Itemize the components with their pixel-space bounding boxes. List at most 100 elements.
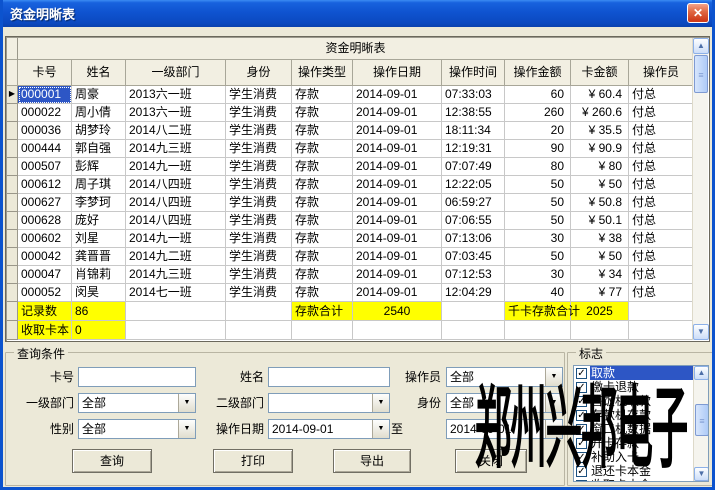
scroll-up-icon[interactable]: ▲ <box>694 366 709 380</box>
grid-cell[interactable]: 12:04:29 <box>442 284 505 302</box>
grid-cell[interactable]: 存款 <box>292 86 353 104</box>
grid-cell[interactable]: 2014-09-01 <box>353 176 442 194</box>
grid-cell[interactable]: 存款 <box>292 266 353 284</box>
card-no-input[interactable] <box>78 367 196 387</box>
chevron-down-icon[interactable]: ▼ <box>178 394 195 412</box>
grid-cell[interactable]: 付总 <box>629 194 694 212</box>
row-selector[interactable] <box>7 158 18 176</box>
grid-cell[interactable]: ¥ 60.4 <box>571 86 629 104</box>
grid-cell[interactable]: 000627 <box>18 194 72 212</box>
grid-cell[interactable]: 存款 <box>292 248 353 266</box>
grid-cell[interactable]: 存款 <box>292 104 353 122</box>
grid-cell[interactable]: ¥ 90.9 <box>571 140 629 158</box>
grid-cell[interactable]: ¥ 77 <box>571 284 629 302</box>
grid-cell[interactable]: 000052 <box>18 284 72 302</box>
grid-cell[interactable]: 存款 <box>292 284 353 302</box>
grid-cell[interactable]: 2014-09-01 <box>353 122 442 140</box>
grid-cell[interactable]: 庞好 <box>72 212 126 230</box>
grid-cell[interactable]: 2014-09-01 <box>353 284 442 302</box>
grid-cell[interactable]: 学生消费 <box>226 140 292 158</box>
column-header[interactable]: 操作时间 <box>442 60 505 86</box>
scrollbar-thumb[interactable] <box>695 404 709 436</box>
grid-cell[interactable]: 彭辉 <box>72 158 126 176</box>
grid-cell[interactable]: ¥ 50 <box>571 176 629 194</box>
grid-cell[interactable]: 2014-09-01 <box>353 248 442 266</box>
grid-cell[interactable]: 07:33:03 <box>442 86 505 104</box>
grid-cell[interactable]: 000612 <box>18 176 72 194</box>
row-selector[interactable] <box>7 122 18 140</box>
row-selector[interactable] <box>7 230 18 248</box>
grid-cell[interactable]: ¥ 34 <box>571 266 629 284</box>
grid-vertical-scrollbar[interactable]: ▲ ▼ <box>692 38 708 340</box>
column-header[interactable]: 操作金额 <box>505 60 571 86</box>
grid-cell[interactable]: 2014-09-01 <box>353 140 442 158</box>
grid-cell[interactable]: 肖锦莉 <box>72 266 126 284</box>
grid-cell[interactable]: 2014八二班 <box>126 122 226 140</box>
grid-cell[interactable]: 学生消费 <box>226 104 292 122</box>
row-selector[interactable] <box>7 140 18 158</box>
grid-cell[interactable]: 2013六一班 <box>126 104 226 122</box>
column-header[interactable]: 身份 <box>226 60 292 86</box>
grid-cell[interactable]: 07:13:06 <box>442 230 505 248</box>
column-header[interactable]: 卡号 <box>18 60 72 86</box>
grid-cell[interactable]: 学生消费 <box>226 86 292 104</box>
grid-cell[interactable]: 12:22:05 <box>442 176 505 194</box>
column-header[interactable]: 姓名 <box>72 60 126 86</box>
grid-cell[interactable]: 2014-09-01 <box>353 212 442 230</box>
grid-cell[interactable]: 胡梦玲 <box>72 122 126 140</box>
grid-cell[interactable]: 2014八四班 <box>126 194 226 212</box>
chevron-down-icon[interactable]: ▼ <box>178 420 195 438</box>
export-button[interactable]: 导出 <box>333 449 411 473</box>
grid-cell[interactable]: 学生消费 <box>226 122 292 140</box>
column-header[interactable]: 操作日期 <box>353 60 442 86</box>
grid-cell[interactable]: 存款 <box>292 140 353 158</box>
grid-cell[interactable]: 学生消费 <box>226 158 292 176</box>
grid-cell[interactable]: ¥ 80 <box>571 158 629 176</box>
chevron-down-icon[interactable]: ▼ <box>372 420 389 438</box>
dept1-combo[interactable]: 全部 ▼ <box>78 393 196 413</box>
grid-cell[interactable]: 2014八四班 <box>126 176 226 194</box>
grid-cell[interactable]: 付总 <box>629 104 694 122</box>
dept2-combo[interactable]: ▼ <box>268 393 390 413</box>
grid-cell[interactable]: 存款 <box>292 176 353 194</box>
grid-cell[interactable]: 2014八四班 <box>126 212 226 230</box>
grid-cell[interactable]: 50 <box>505 194 571 212</box>
grid-cell[interactable]: 80 <box>505 158 571 176</box>
column-header[interactable]: 操作类型 <box>292 60 353 86</box>
grid-cell[interactable]: 2014-09-01 <box>353 104 442 122</box>
checkbox-icon[interactable]: ✓ <box>576 368 587 379</box>
grid-cell[interactable]: 40 <box>505 284 571 302</box>
grid-cell[interactable]: 2014-09-01 <box>353 230 442 248</box>
grid-cell[interactable]: 存款 <box>292 212 353 230</box>
row-selector[interactable] <box>7 176 18 194</box>
grid-cell[interactable]: ¥ 35.5 <box>571 122 629 140</box>
column-header[interactable]: 卡金额 <box>571 60 629 86</box>
grid-cell[interactable]: 000036 <box>18 122 72 140</box>
grid-cell[interactable]: 2014九二班 <box>126 248 226 266</box>
grid-cell[interactable]: 学生消费 <box>226 194 292 212</box>
grid-cell[interactable]: 2014七一班 <box>126 284 226 302</box>
row-selector[interactable] <box>7 248 18 266</box>
grid-cell[interactable]: 12:38:55 <box>442 104 505 122</box>
grid-cell[interactable]: 50 <box>505 248 571 266</box>
grid-cell[interactable]: 18:11:34 <box>442 122 505 140</box>
grid-cell[interactable]: 07:12:53 <box>442 266 505 284</box>
query-button[interactable]: 查询 <box>72 449 152 473</box>
grid-cell[interactable]: 50 <box>505 176 571 194</box>
grid-cell[interactable]: 260 <box>505 104 571 122</box>
grid-cell[interactable]: ¥ 50.1 <box>571 212 629 230</box>
grid-cell[interactable]: 50 <box>505 212 571 230</box>
grid-cell[interactable]: 付总 <box>629 176 694 194</box>
grid-cell[interactable]: 07:07:49 <box>442 158 505 176</box>
grid-cell[interactable]: 000001 <box>18 86 72 104</box>
chevron-down-icon[interactable]: ▼ <box>372 394 389 412</box>
grid-cell[interactable]: 付总 <box>629 266 694 284</box>
grid-cell[interactable]: 07:06:55 <box>442 212 505 230</box>
grid-cell[interactable]: 刘星 <box>72 230 126 248</box>
grid-cell[interactable]: 付总 <box>629 140 694 158</box>
scroll-up-icon[interactable]: ▲ <box>693 38 709 54</box>
grid-cell[interactable]: 2014-09-01 <box>353 86 442 104</box>
grid-cell[interactable]: 学生消费 <box>226 176 292 194</box>
scrollbar-thumb[interactable] <box>694 55 708 93</box>
grid-cell[interactable]: 06:59:27 <box>442 194 505 212</box>
